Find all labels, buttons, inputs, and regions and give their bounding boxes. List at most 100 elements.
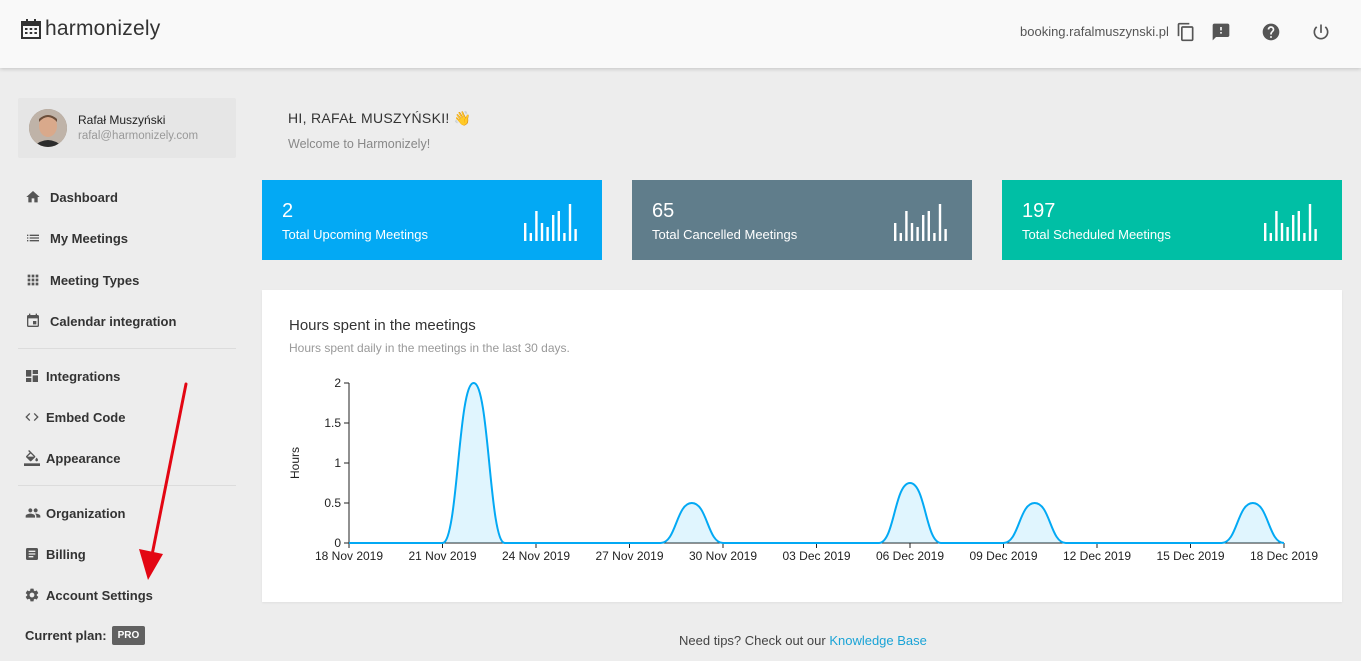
mini-bar: [1264, 223, 1267, 241]
bar-chart-icon: [524, 204, 577, 241]
sidebar-item-label: My Meetings: [50, 230, 129, 246]
profile-email: rafal@harmonizely.com: [78, 130, 199, 142]
sidebar-item-label: Calendar integration: [50, 313, 177, 329]
sidebar-item-label: Appearance: [46, 450, 121, 466]
mini-bar: [1275, 211, 1278, 241]
x-tick-label: 30 Nov 2019: [689, 549, 757, 563]
mini-bar: [1292, 215, 1295, 241]
stat-label: Total Upcoming Meetings: [282, 227, 428, 242]
mini-bar: [927, 211, 930, 241]
sidebar-divider: [18, 348, 236, 349]
x-tick-label: 21 Nov 2019: [408, 549, 476, 563]
footer-text: Need tips? Check out our: [679, 633, 830, 648]
app-logo[interactable]: harmonizely: [20, 17, 160, 41]
list-icon: [18, 230, 50, 246]
plan-label: Current plan:: [25, 628, 107, 643]
mini-bar: [529, 233, 532, 241]
stat-value: 2: [282, 200, 294, 222]
sidebar-item-label: Meeting Types: [50, 272, 140, 288]
profile-card[interactable]: Rafał Muszyński rafal@harmonizely.com: [18, 98, 236, 158]
sidebar-item-meeting-types[interactable]: Meeting Types: [18, 263, 236, 297]
x-tick-label: 09 Dec 2019: [969, 549, 1037, 563]
sidebar-item-label: Billing: [46, 546, 86, 562]
x-tick-label: 15 Dec 2019: [1156, 549, 1224, 563]
bar-chart-icon: [894, 204, 947, 241]
mini-bar: [938, 204, 942, 241]
booking-url[interactable]: booking.rafalmuszynski.pl: [1020, 24, 1169, 39]
greeting: HI, RAFAŁ MUSZYŃSKI! 👋: [288, 110, 472, 126]
plan-badge[interactable]: PRO: [111, 626, 146, 645]
welcome-text: Welcome to Harmonizely!: [288, 137, 431, 151]
mini-bar: [944, 229, 947, 241]
hours-chart: 0 0.5 1 1.5 2 Hours 18 Nov 2019 21 Nov 2019 24 N…: [288, 376, 1318, 563]
sidebar-item-integrations[interactable]: Integrations: [18, 359, 236, 393]
copy-icon[interactable]: [1174, 20, 1198, 44]
mini-bar: [1280, 223, 1284, 241]
help-icon[interactable]: [1259, 20, 1283, 44]
mini-bar: [916, 227, 919, 241]
hours-chart-card: Hours spent in the meetings Hours spent …: [262, 290, 1342, 602]
stat-label: Total Scheduled Meetings: [1022, 227, 1171, 242]
mini-bar: [557, 211, 560, 241]
x-tick-label: 06 Dec 2019: [876, 549, 944, 563]
sidebar-item-billing[interactable]: Billing: [18, 537, 236, 571]
mini-bar: [1308, 204, 1312, 241]
x-tick-label: 18 Dec 2019: [1250, 549, 1318, 563]
stat-label: Total Cancelled Meetings: [652, 227, 798, 242]
sidebar-item-label: Integrations: [46, 368, 121, 384]
avatar: [29, 109, 67, 147]
mini-bar: [535, 211, 538, 241]
x-tick-label: 24 Nov 2019: [502, 549, 570, 563]
mini-bar: [899, 233, 902, 241]
mini-bar: [1303, 233, 1306, 241]
x-tick-label: 27 Nov 2019: [595, 549, 663, 563]
grid-icon: [18, 272, 50, 288]
mini-bar: [574, 229, 577, 241]
mini-bar: [905, 211, 908, 241]
sidebar-item-embed-code[interactable]: Embed Code: [18, 400, 236, 434]
sidebar-item-label: Organization: [46, 505, 126, 521]
sidebar-item-label: Account Settings: [46, 587, 153, 603]
app-name: harmonizely: [45, 17, 161, 40]
stat-card-scheduled[interactable]: 197 Total Scheduled Meetings: [1002, 180, 1342, 260]
y-axis-label: Hours: [288, 447, 302, 479]
sidebar-item-dashboard[interactable]: Dashboard: [18, 180, 236, 214]
calendar-icon: [18, 313, 50, 329]
top-bar: harmonizely booking.rafalmuszynski.pl: [0, 0, 1361, 68]
footer-tips: Need tips? Check out our Knowledge Base: [679, 633, 927, 648]
feedback-icon[interactable]: [1209, 20, 1233, 44]
y-tick-label: 0.5: [324, 496, 341, 510]
sidebar-item-account-settings[interactable]: Account Settings: [18, 578, 236, 612]
mini-bar: [922, 215, 925, 241]
calendar-logo-icon: [21, 19, 41, 39]
stat-card-cancelled[interactable]: 65 Total Cancelled Meetings: [632, 180, 972, 260]
mini-bar: [1269, 233, 1272, 241]
y-tick-label: 1.5: [324, 416, 341, 430]
sidebar-item-label: Embed Code: [46, 409, 126, 425]
sidebar-item-organization[interactable]: Organization: [18, 496, 236, 530]
power-icon[interactable]: [1309, 20, 1333, 44]
mini-bar: [524, 223, 527, 241]
knowledge-base-link[interactable]: Knowledge Base: [829, 633, 927, 648]
mini-bar: [568, 204, 572, 241]
mini-bar: [563, 233, 566, 241]
sidebar: Rafał Muszyński rafal@harmonizely.com Da…: [0, 68, 250, 661]
stat-value: 197: [1022, 200, 1056, 222]
bar-chart-icon: [1264, 204, 1317, 241]
sidebar-item-label: Dashboard: [50, 189, 118, 205]
mini-bar: [1286, 227, 1289, 241]
x-tick-label: 12 Dec 2019: [1063, 549, 1131, 563]
stat-card-upcoming[interactable]: 2 Total Upcoming Meetings: [262, 180, 602, 260]
profile-name: Rafał Muszyński: [78, 113, 166, 127]
mini-bar: [546, 227, 549, 241]
y-tick-label: 0: [334, 536, 341, 550]
stat-value: 65: [652, 200, 675, 222]
mini-bar: [540, 223, 544, 241]
sidebar-divider: [18, 485, 236, 486]
mini-bar: [1314, 229, 1317, 241]
mini-bar: [1297, 211, 1300, 241]
sidebar-item-calendar-integration[interactable]: Calendar integration: [18, 304, 236, 338]
sidebar-item-appearance[interactable]: Appearance: [18, 441, 236, 475]
mini-bar: [910, 223, 914, 241]
sidebar-item-my-meetings[interactable]: My Meetings: [18, 221, 236, 255]
